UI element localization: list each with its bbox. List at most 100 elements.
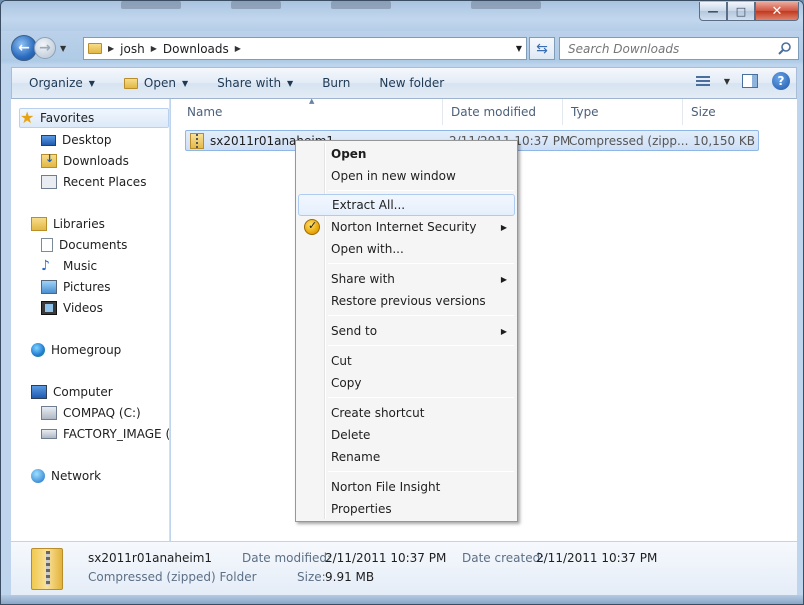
- organize-label: Organize: [29, 76, 83, 90]
- column-label: Size: [691, 105, 716, 119]
- refresh-icon: ⇆: [536, 40, 548, 57]
- menu-label: Norton Internet Security: [331, 220, 477, 234]
- menu-item-rename[interactable]: Rename: [298, 446, 515, 468]
- organize-button[interactable]: Organize ▼: [12, 76, 107, 90]
- new-folder-label: New folder: [379, 76, 445, 90]
- menu-label: Share with: [331, 272, 395, 286]
- minimize-button[interactable]: —: [699, 2, 727, 21]
- sidebar-item-desktop[interactable]: Desktop: [41, 130, 112, 150]
- menu-item-cut[interactable]: Cut: [298, 350, 515, 372]
- menu-label: Restore previous versions: [331, 294, 486, 308]
- address-bar[interactable]: ▶ josh ▶ Downloads ▶ ▼: [83, 37, 527, 60]
- sidebar-item-recent-places[interactable]: Recent Places: [41, 172, 146, 192]
- sidebar-label: Homegroup: [51, 343, 122, 357]
- menu-separator: [328, 397, 514, 398]
- sidebar-item-libraries[interactable]: Libraries: [31, 214, 105, 234]
- sidebar-item-videos[interactable]: Videos: [41, 298, 103, 318]
- close-button[interactable]: ✕: [755, 2, 799, 21]
- menu-label: Rename: [331, 450, 381, 464]
- title-bar-artifact: [471, 1, 541, 9]
- sidebar-item-drive-d[interactable]: FACTORY_IMAGE (D: [41, 424, 169, 444]
- sidebar-label: Downloads: [63, 154, 129, 168]
- details-date-created-label: Date created:: [462, 551, 545, 565]
- burn-label: Burn: [322, 76, 351, 90]
- folder-icon: [88, 43, 102, 54]
- view-options-dropdown-icon[interactable]: ▼: [724, 77, 730, 86]
- breadcrumb-josh[interactable]: josh: [120, 42, 145, 56]
- menu-item-share-with[interactable]: Share with ▶: [298, 268, 515, 290]
- column-header-size[interactable]: Size: [683, 99, 763, 125]
- sidebar-item-network[interactable]: Network: [31, 466, 101, 486]
- menu-item-norton-insight[interactable]: Norton File Insight: [298, 476, 515, 498]
- share-with-button[interactable]: Share with ▼: [200, 76, 305, 90]
- sidebar-item-pictures[interactable]: Pictures: [41, 277, 111, 297]
- column-header-name[interactable]: Name: [179, 99, 443, 125]
- folder-icon: [123, 77, 138, 89]
- refresh-button[interactable]: ⇆: [529, 37, 555, 60]
- pictures-icon: [41, 280, 57, 294]
- breadcrumb-downloads[interactable]: Downloads: [163, 42, 229, 56]
- sidebar-item-computer[interactable]: Computer: [31, 382, 113, 402]
- documents-icon: [41, 238, 53, 252]
- details-size: 9.91 MB: [325, 570, 375, 584]
- forward-arrow-icon: →: [39, 40, 51, 56]
- menu-item-properties[interactable]: Properties: [298, 498, 515, 520]
- menu-label: Copy: [331, 376, 362, 390]
- chevron-right-icon[interactable]: ▶: [235, 44, 241, 53]
- sidebar-item-favorites[interactable]: ★ Favorites: [19, 108, 169, 128]
- menu-item-create-shortcut[interactable]: Create shortcut: [298, 402, 515, 424]
- sidebar-item-downloads[interactable]: Downloads: [41, 151, 129, 171]
- menu-item-extract-all[interactable]: Extract All...: [298, 194, 515, 216]
- chevron-right-icon[interactable]: ▶: [151, 44, 157, 53]
- address-dropdown-icon[interactable]: ▼: [516, 44, 522, 53]
- sidebar-label: Desktop: [62, 133, 112, 147]
- search-input[interactable]: [568, 41, 768, 56]
- title-bar-artifact: [331, 1, 391, 9]
- search-icon[interactable]: [778, 41, 792, 55]
- menu-item-restore-previous[interactable]: Restore previous versions: [298, 290, 515, 312]
- sidebar-label: COMPAQ (C:): [63, 406, 141, 420]
- menu-label: Create shortcut: [331, 406, 425, 420]
- preview-pane-icon[interactable]: [742, 74, 758, 88]
- details-date-modified: 2/11/2011 10:37 PM: [325, 551, 447, 565]
- sidebar-label: Recent Places: [63, 175, 147, 189]
- menu-label: Norton File Insight: [331, 480, 441, 494]
- menu-item-open[interactable]: Open: [298, 143, 515, 165]
- desktop-icon: [41, 134, 56, 146]
- menu-item-delete[interactable]: Delete: [298, 424, 515, 446]
- sidebar-label: Pictures: [63, 280, 111, 294]
- forward-button[interactable]: →: [34, 37, 56, 59]
- open-button[interactable]: Open ▼: [107, 76, 200, 90]
- column-header-type[interactable]: Type: [563, 99, 683, 125]
- details-file-name: sx2011r01anaheim1: [88, 551, 213, 565]
- chevron-down-icon: ▼: [88, 78, 95, 88]
- menu-separator: [328, 263, 514, 264]
- title-bar-artifact: [121, 1, 181, 9]
- search-box[interactable]: [559, 37, 799, 60]
- change-view-icon[interactable]: [695, 74, 712, 88]
- column-header-date-modified[interactable]: Date modified: [443, 99, 563, 125]
- column-label: Type: [571, 105, 599, 119]
- details-date-modified-label: Date modified:: [242, 551, 332, 565]
- sidebar-item-homegroup[interactable]: Homegroup: [31, 340, 121, 360]
- new-folder-button[interactable]: New folder: [362, 76, 456, 90]
- menu-item-open-new-window[interactable]: Open in new window: [298, 165, 515, 187]
- column-label: Date modified: [451, 105, 537, 119]
- menu-item-open-with[interactable]: Open with...: [298, 238, 515, 260]
- chevron-right-icon[interactable]: ▶: [108, 44, 114, 53]
- menu-separator: [328, 345, 514, 346]
- recent-pages-dropdown-icon[interactable]: ▼: [60, 44, 66, 53]
- maximize-icon: □: [735, 4, 747, 18]
- maximize-button[interactable]: □: [727, 2, 755, 21]
- sidebar-item-documents[interactable]: Documents: [41, 235, 127, 255]
- help-icon[interactable]: ?: [772, 72, 790, 90]
- sidebar-item-drive-c[interactable]: COMPAQ (C:): [41, 403, 141, 423]
- burn-button[interactable]: Burn: [305, 76, 362, 90]
- sidebar-item-music[interactable]: ♪ Music: [41, 256, 97, 276]
- menu-item-send-to[interactable]: Send to ▶: [298, 320, 515, 342]
- menu-item-copy[interactable]: Copy: [298, 372, 515, 394]
- menu-label: Extract All...: [332, 198, 406, 212]
- title-bar[interactable]: — □ ✕: [1, 1, 803, 31]
- command-bar: Organize ▼ Open ▼ Share with ▼ Burn New fol…: [11, 67, 797, 99]
- menu-item-norton-security[interactable]: Norton Internet Security ▶: [298, 216, 515, 238]
